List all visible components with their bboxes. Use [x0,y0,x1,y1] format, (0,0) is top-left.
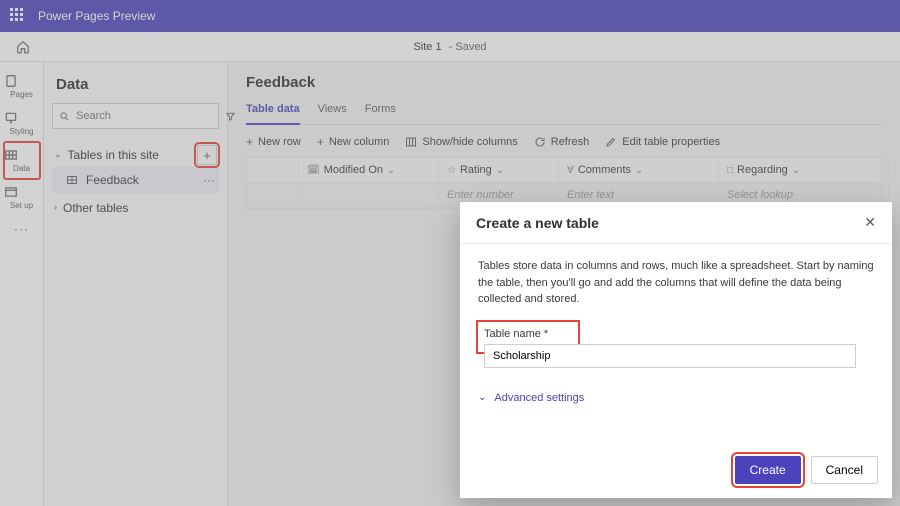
close-icon[interactable]: ✕ [864,214,876,231]
table-name-input[interactable] [484,344,856,368]
table-name-label: Table name * [484,328,572,340]
advanced-settings-toggle[interactable]: ⌄ Advanced settings [478,392,874,404]
table-name-field-highlight: Table name * [478,322,578,352]
modal-description: Tables store data in columns and rows, m… [478,258,874,308]
create-table-modal: Create a new table ✕ Tables store data i… [460,202,892,498]
chevron-down-icon: ⌄ [478,392,486,403]
cancel-button[interactable]: Cancel [811,456,878,484]
modal-title: Create a new table [476,215,599,231]
create-button[interactable]: Create [735,456,801,484]
